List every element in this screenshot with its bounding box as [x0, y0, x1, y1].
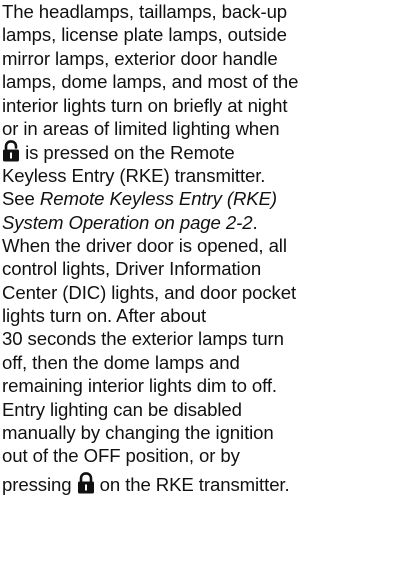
text-line: The headlamps, taillamps, back-up: [2, 1, 288, 22]
text-line: Keyless Entry (RKE) transmitter.: [2, 164, 266, 186]
text-line: remaining interior lights dim to off.: [2, 375, 277, 397]
text-line-with-reference: See Remote Keyless Entry (RKE): [2, 187, 410, 210]
cross-reference-link-page[interactable]: System Operation on page 2-2: [2, 212, 253, 233]
text-line: interior lights turn on briefly at night: [2, 94, 288, 116]
lock-icon: [77, 471, 95, 494]
text-line: mirror lamps, exterior door handle: [2, 47, 278, 69]
manual-text-block: The headlamps, taillamps, back-up lamps,…: [2, 0, 410, 495]
text-line: Center (DIC) lights, and door pocket: [2, 281, 297, 303]
text-line: When the driver door is opened, all: [2, 234, 287, 256]
text-line-with-unlock-icon: is pressed on the Remote: [2, 140, 410, 163]
text-line: control lights, Driver Information: [2, 258, 262, 280]
pressing-label: pressing: [2, 473, 72, 495]
text-line: off, then the dome lamps and: [2, 351, 240, 373]
see-label: See: [2, 188, 35, 210]
lock-sentence-text: on the RKE transmitter.: [99, 473, 290, 495]
text-line: Entry lighting can be disabled: [2, 398, 242, 420]
text-line: out of the OFF position, or by: [2, 445, 240, 467]
text-line: 30 seconds the exterior lamps turn: [2, 328, 284, 350]
text-line: lights turn on. After about: [2, 305, 207, 327]
text-line: or in areas of limited lighting when: [2, 117, 280, 139]
text-line: lamps, license plate lamps, outside: [2, 24, 287, 46]
cross-reference-link[interactable]: Remote Keyless Entry (RKE): [40, 188, 277, 209]
text-line: lamps, dome lamps, and most of the: [2, 71, 299, 93]
text-line: manually by changing the ignition: [2, 422, 274, 444]
reference-period: .: [252, 211, 258, 233]
unlock-icon: [2, 140, 20, 162]
unlock-sentence-text: is pressed on the Remote: [25, 142, 235, 164]
text-line-with-lock-icon: pressing on the RKE transmitter.: [2, 471, 410, 495]
text-line-reference-end: System Operation on page 2-2.: [2, 211, 410, 234]
